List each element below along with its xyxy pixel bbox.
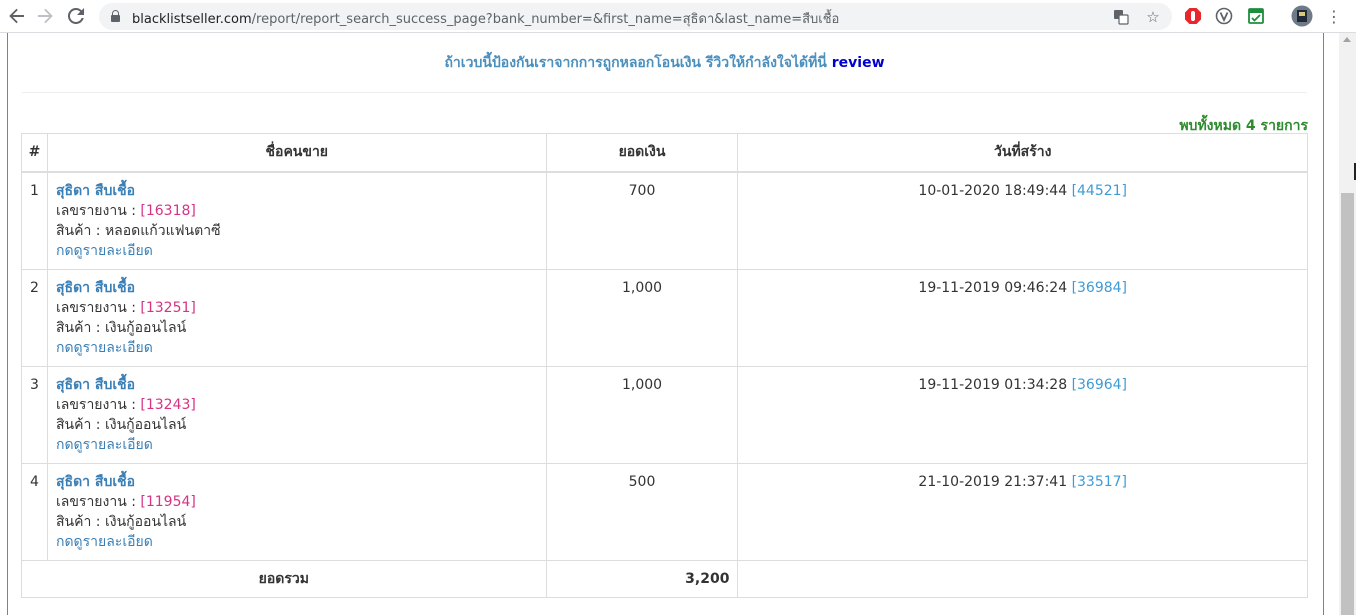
profile-avatar[interactable] <box>1290 4 1314 28</box>
product-line: สินค้า : หลอดแก้วแฟนตาซี <box>55 222 221 239</box>
total-row: ยอดรวม 3,200 <box>21 559 1308 598</box>
seller-cell: สุธิดา สืบเชื้อ เลขรายงาน : [13243] สินค… <box>46 365 547 464</box>
date-id-link[interactable]: [36964] <box>1072 377 1127 393</box>
report-number-link[interactable]: [13251] <box>140 300 195 316</box>
created-date: 19-11-2019 01:34:28 <box>918 376 1068 393</box>
row-number: 4 <box>21 462 48 561</box>
amount-cell: 700 <box>545 171 739 270</box>
adblock-extension-icon[interactable] <box>1182 5 1204 27</box>
date-cell: 19-11-2019 01:34:28 [36964] <box>737 365 1308 464</box>
report-line: เลขรายงาน : [13243] <box>55 396 196 413</box>
header-amount: ยอดเงิน <box>545 133 739 173</box>
report-number-link[interactable]: [11954] <box>140 494 195 510</box>
review-text: ถ้าเวบนี้ป้องกันเราจากการถูกหลอกโอนเงิน … <box>444 55 827 71</box>
address-bar[interactable]: blacklistseller.com/report/report_search… <box>99 3 1172 30</box>
date-id-link[interactable]: [36984] <box>1072 280 1127 296</box>
product-name: หลอดแก้วแฟนตาซี <box>104 222 221 239</box>
total-value: 3,200 <box>545 559 739 598</box>
table-header-row: # ชื่อคนขาย ยอดเงิน วันที่สร้าง <box>21 133 1308 173</box>
scroll-thumb[interactable] <box>1341 193 1354 615</box>
created-date: 21-10-2019 21:37:41 <box>918 473 1068 490</box>
reload-icon <box>68 8 84 24</box>
view-detail-link[interactable]: กดดูรายละเอียด <box>56 435 538 455</box>
lock-icon <box>111 10 120 22</box>
total-empty-cell <box>737 559 1308 598</box>
browser-toolbar: blacklistseller.com/report/report_search… <box>0 0 1356 33</box>
view-detail-link[interactable]: กดดูรายละเอียด <box>56 532 538 552</box>
seller-cell: สุธิดา สืบเชื้อ เลขรายงาน : [16318] สินค… <box>46 171 547 270</box>
header-date: วันที่สร้าง <box>737 133 1308 173</box>
table-row: 3 สุธิดา สืบเชื้อ เลขรายงาน : [13243] สิ… <box>21 365 1308 464</box>
total-label: ยอดรวม <box>21 559 547 598</box>
menu-kebab-icon[interactable]: ⋮ <box>1322 4 1346 28</box>
view-detail-link[interactable]: กดดูรายละเอียด <box>56 338 538 358</box>
translate-icon[interactable] <box>1111 7 1131 27</box>
seller-cell: สุธิดา สืบเชื้อ เลขรายงาน : [11954] สินค… <box>46 462 547 561</box>
arrow-right-icon <box>38 8 53 24</box>
seller-name-link[interactable]: สุธิดา สืบเชื้อ <box>56 472 538 492</box>
amount-cell: 1,000 <box>545 268 739 367</box>
product-line: สินค้า : เงินกู้ออนไลน์ <box>55 416 187 433</box>
report-table: # ชื่อคนขาย ยอดเงิน วันที่สร้าง 1 สุธิดา… <box>21 133 1308 598</box>
header-number: # <box>21 133 48 173</box>
date-cell: 10-01-2020 18:49:44 [44521] <box>737 171 1308 270</box>
table-row: 4 สุธิดา สืบเชื้อ เลขรายงาน : [11954] สิ… <box>21 462 1308 561</box>
row-number: 1 <box>21 171 48 270</box>
report-line: เลขรายงาน : [11954] <box>55 493 196 510</box>
review-banner: ถ้าเวบนี้ป้องกันเราจากการถูกหลอกโอนเงิน … <box>22 52 1307 74</box>
seller-name-link[interactable]: สุธิดา สืบเชื้อ <box>56 278 538 298</box>
date-id-link[interactable]: [44521] <box>1072 183 1127 199</box>
header-seller: ชื่อคนขาย <box>46 133 547 173</box>
seller-name-link[interactable]: สุธิดา สืบเชื้อ <box>56 375 538 395</box>
vivaldi-extension-icon[interactable] <box>1213 5 1235 27</box>
created-date: 19-11-2019 09:46:24 <box>918 279 1068 296</box>
divider <box>22 92 1307 93</box>
back-button[interactable] <box>5 4 29 28</box>
table-row: 2 สุธิดา สืบเชื้อ เลขรายงาน : [13251] สิ… <box>21 268 1308 367</box>
seller-cell: สุธิดา สืบเชื้อ เลขรายงาน : [13251] สินค… <box>46 268 547 367</box>
row-number: 2 <box>21 268 48 367</box>
date-id-link[interactable]: [33517] <box>1072 474 1127 490</box>
report-number-link[interactable]: [16318] <box>140 203 195 219</box>
scroll-up-arrow-icon[interactable] <box>1343 37 1351 42</box>
product-name: เงินกู้ออนไลน์ <box>104 319 187 336</box>
bookmark-star-icon[interactable]: ☆ <box>1143 7 1163 27</box>
reload-button[interactable] <box>64 4 88 28</box>
date-cell: 19-11-2019 09:46:24 [36984] <box>737 268 1308 367</box>
table-row: 1 สุธิดา สืบเชื้อ เลขรายงาน : [16318] สิ… <box>21 171 1308 270</box>
report-line: เลขรายงาน : [16318] <box>55 202 196 219</box>
review-link[interactable]: review <box>832 55 885 71</box>
sheet-extension-icon[interactable] <box>1245 5 1267 27</box>
product-line: สินค้า : เงินกู้ออนไลน์ <box>55 513 187 530</box>
product-name: เงินกู้ออนไลน์ <box>104 513 187 530</box>
report-line: เลขรายงาน : [13251] <box>55 299 196 316</box>
product-name: เงินกู้ออนไลน์ <box>104 416 187 433</box>
date-cell: 21-10-2019 21:37:41 [33517] <box>737 462 1308 561</box>
vertical-scrollbar[interactable] <box>1339 33 1356 615</box>
forward-button[interactable] <box>33 4 57 28</box>
seller-name-link[interactable]: สุธิดา สืบเชื้อ <box>56 181 538 201</box>
url-text: blacklistseller.com/report/report_search… <box>132 12 840 27</box>
created-date: 10-01-2020 18:49:44 <box>918 182 1068 199</box>
row-number: 3 <box>21 365 48 464</box>
view-detail-link[interactable]: กดดูรายละเอียด <box>56 241 538 261</box>
amount-cell: 1,000 <box>545 365 739 464</box>
amount-cell: 500 <box>545 462 739 561</box>
arrow-left-icon <box>9 8 24 24</box>
product-line: สินค้า : เงินกู้ออนไลน์ <box>55 319 187 336</box>
report-number-link[interactable]: [13243] <box>140 397 195 413</box>
